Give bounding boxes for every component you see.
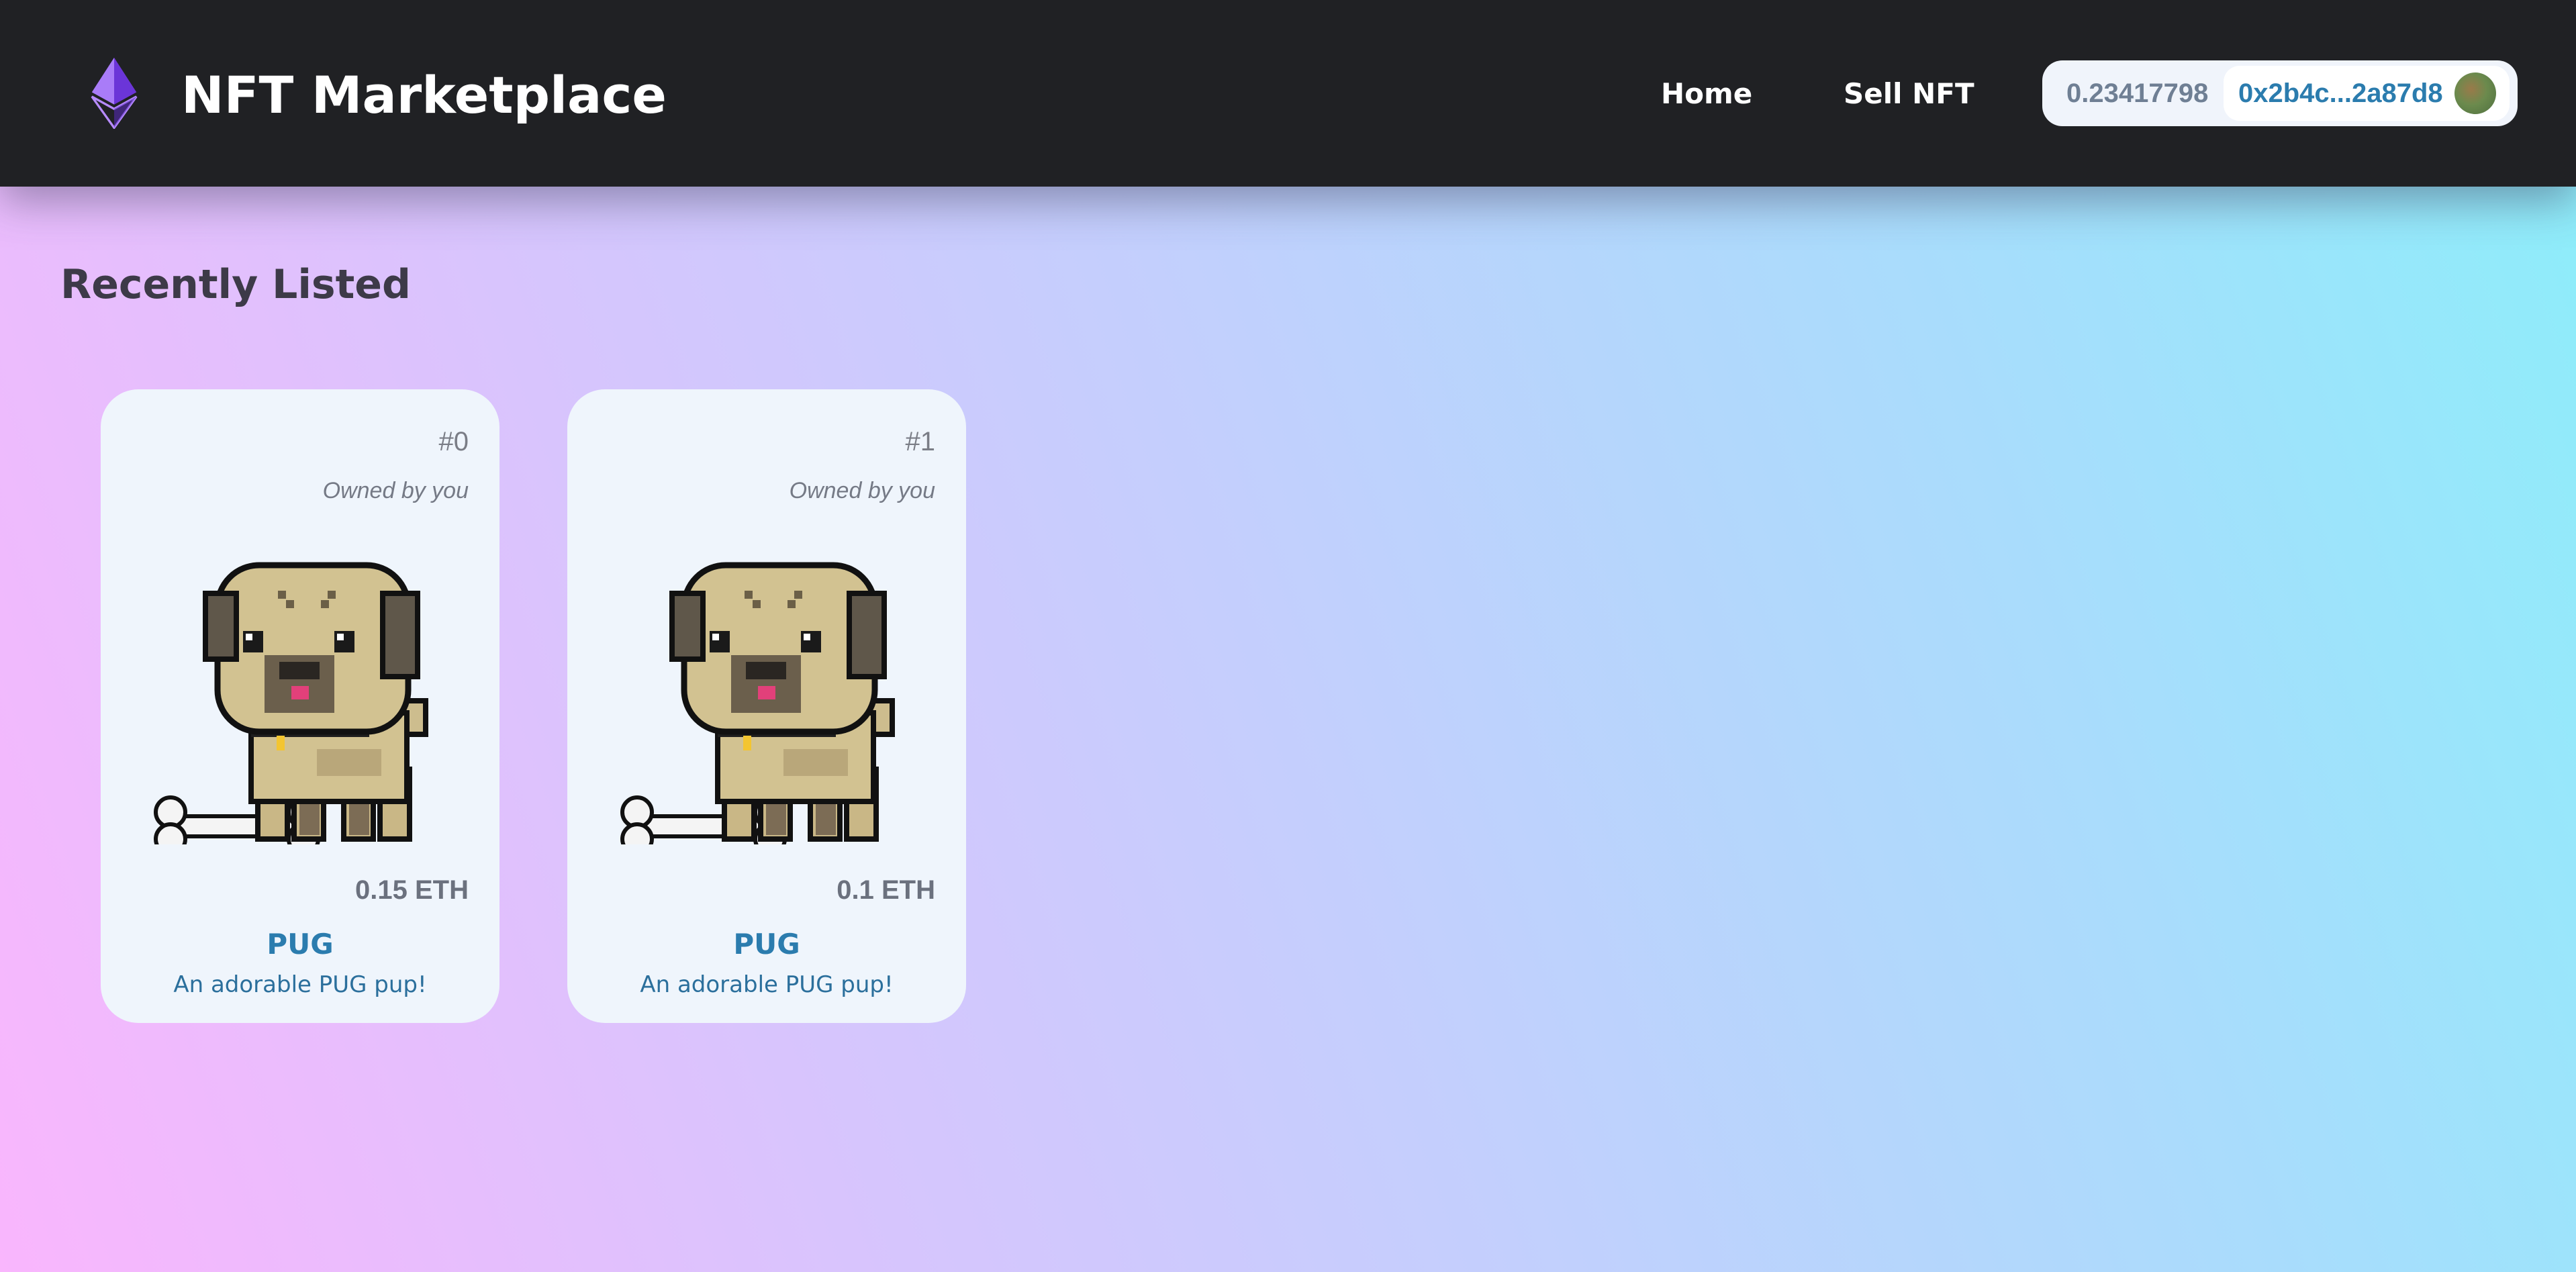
- nav-sell-nft-link[interactable]: Sell NFT: [1844, 74, 1974, 114]
- nft-owner: Owned by you: [322, 478, 469, 503]
- wallet-address-pill[interactable]: 0x2b4c...2a87d8: [2224, 66, 2510, 121]
- nft-image[interactable]: [152, 554, 452, 844]
- section-title: Recently Listed: [60, 261, 411, 308]
- wallet-balance: 0.23417798: [2066, 79, 2209, 108]
- nft-token-id: #1: [905, 427, 936, 456]
- wallet-button[interactable]: 0.23417798 0x2b4c...2a87d8: [2042, 60, 2518, 126]
- nft-card[interactable]: #1 Owned by you 0.1 ETH PUG An adorable …: [567, 389, 966, 1023]
- nft-price: 0.1 ETH: [837, 875, 935, 905]
- nft-image[interactable]: [618, 554, 919, 844]
- ethereum-icon[interactable]: [87, 58, 141, 129]
- wallet-address: 0x2b4c...2a87d8: [2238, 79, 2443, 108]
- nav-home-link[interactable]: Home: [1661, 74, 1752, 114]
- brand-title[interactable]: NFT Marketplace: [181, 62, 667, 129]
- nft-description: An adorable PUG pup!: [173, 971, 427, 998]
- nft-name: PUG: [733, 928, 800, 961]
- account-avatar: [2454, 72, 2496, 114]
- nft-card[interactable]: #0 Owned by you 0.15 ETH PUG An adorable…: [101, 389, 499, 1023]
- nft-token-id: #0: [438, 427, 469, 456]
- nft-owner: Owned by you: [789, 478, 935, 503]
- navbar: NFT Marketplace Home Sell NFT 0.23417798…: [0, 0, 2576, 187]
- nft-price: 0.15 ETH: [355, 875, 469, 905]
- nft-description: An adorable PUG pup!: [640, 971, 894, 998]
- nft-name: PUG: [267, 928, 334, 961]
